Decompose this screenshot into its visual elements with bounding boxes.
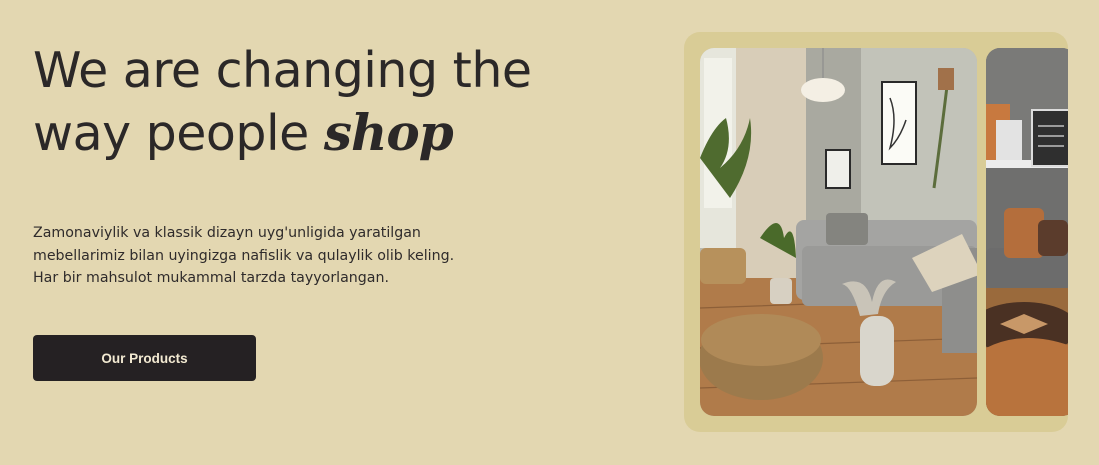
our-products-button[interactable]: Our Products xyxy=(33,335,256,381)
image-gallery xyxy=(684,32,1068,432)
hero-description: Zamonaviylik va klassik dizayn uyg'unlig… xyxy=(33,225,455,286)
living-room-image xyxy=(700,48,977,416)
interior-photo[interactable] xyxy=(986,48,1068,416)
headline-line-1: We are changing the xyxy=(33,42,532,99)
headline-script-word: shop xyxy=(323,103,454,162)
interior-image xyxy=(986,48,1068,416)
hero-section: We are changing the way people shop xyxy=(33,40,593,165)
hero-headline: We are changing the way people shop xyxy=(33,40,593,165)
living-room-photo[interactable] xyxy=(700,48,977,416)
headline-line-2: way people xyxy=(33,105,324,162)
